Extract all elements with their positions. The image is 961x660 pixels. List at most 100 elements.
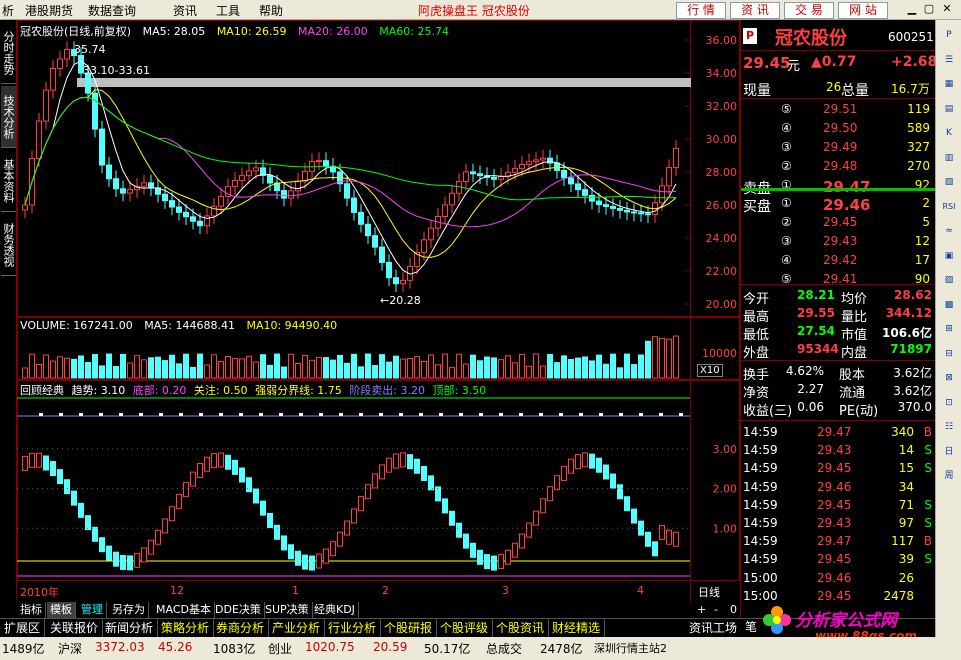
tab-intraday[interactable]: 分时走势 xyxy=(1,22,16,84)
toolbar-tool-icon[interactable]: ☰ xyxy=(939,51,959,69)
toolbar-tool-icon[interactable]: ☷ xyxy=(939,418,959,436)
toolbar-tool-icon[interactable]: K xyxy=(939,124,959,142)
tick-row[interactable]: 14:59 29.43 14 S xyxy=(741,443,936,460)
close-icon[interactable]: ✕ xyxy=(940,2,954,16)
info-workshop[interactable]: 资讯工场 xyxy=(685,619,741,637)
menu-hk-futures[interactable]: 港股期货 xyxy=(25,2,73,19)
bid-volume: 17 xyxy=(914,253,930,267)
maximize-icon[interactable]: ▢ xyxy=(922,2,936,16)
tab-financial[interactable]: 财务透视 xyxy=(1,214,16,276)
menu-news[interactable]: 资讯 xyxy=(173,2,197,19)
tab-manage[interactable]: 管理 xyxy=(78,602,107,618)
tab-research[interactable]: 个股研报 xyxy=(380,619,438,637)
toolbar-tool-icon[interactable]: ▥ xyxy=(939,149,959,167)
website-button[interactable]: 网 站 xyxy=(838,2,888,19)
toolbar-tool-icon[interactable]: ▦ xyxy=(939,75,959,93)
tick-row[interactable]: 14:59 29.47 117 B xyxy=(741,534,936,551)
toolbar-tool-icon[interactable]: 周 xyxy=(939,467,959,485)
stat-row[interactable]: 外盘 95344 内盘 71897 xyxy=(741,342,936,361)
tab-fundamentals[interactable]: 基本资料 xyxy=(1,150,16,212)
tab-dde[interactable]: DDE决策 xyxy=(212,602,265,618)
stat-row[interactable]: 最高 29.55 量比 344.12 xyxy=(741,306,936,325)
toolbar-tool-icon[interactable]: 日 xyxy=(939,443,959,461)
toolbar-tool-icon[interactable]: ⊠ xyxy=(939,369,959,387)
toolbar-tool-icon[interactable]: ▤ xyxy=(939,100,959,118)
toolbar-tool-icon[interactable]: ≈ xyxy=(939,222,959,240)
fund-row[interactable]: 净资 2.27 流通 3.62亿 xyxy=(741,382,936,401)
quotes-button[interactable]: 行 情 xyxy=(676,2,726,19)
stat-label: 最高 xyxy=(743,310,770,325)
trade-button[interactable]: 交 易 xyxy=(784,2,834,19)
tick-row[interactable]: 14:59 29.46 34 xyxy=(741,480,936,497)
ask-row[interactable]: ④ 29.50 589 xyxy=(741,121,936,138)
status-server[interactable]: 深圳行情主站2 xyxy=(594,640,667,656)
tick-price: 29.45 xyxy=(817,588,852,603)
bid-row[interactable]: ③ 29.43 12 xyxy=(741,234,936,251)
news-button[interactable]: 资 讯 xyxy=(730,2,780,19)
fund-value: 370.0 xyxy=(897,400,932,414)
tab-technical[interactable]: 技术分析 xyxy=(1,86,16,148)
menu-data-query[interactable]: 数据查询 xyxy=(88,2,136,19)
tick-row[interactable]: 14:59 29.45 15 S xyxy=(741,461,936,478)
tick-row[interactable]: 14:59 29.45 71 S xyxy=(741,498,936,515)
tab-broker[interactable]: 券商分析 xyxy=(212,619,270,637)
tab-related-quotes[interactable]: 关联报价 xyxy=(46,619,104,637)
zoom-in-button[interactable]: + xyxy=(694,602,709,618)
toolbar-tool-icon[interactable]: ▨ xyxy=(939,271,959,289)
ask-row[interactable]: ③ 29.49 327 xyxy=(741,140,936,157)
ask-row[interactable]: ⑤ 29.51 119 xyxy=(741,102,936,119)
tab-macd[interactable]: MACD基本 xyxy=(153,602,215,618)
tab-kdj[interactable]: 经典KDJ xyxy=(311,602,359,618)
chart-area[interactable]: 36.00 34.00 32.00 30.00 28.00 26.00 24.00 22.00… xyxy=(17,20,740,602)
tab-finance-picks[interactable]: 财经精选 xyxy=(548,619,606,637)
menu-tools[interactable]: 工具 xyxy=(216,2,240,19)
toolbar-tool-icon[interactable]: ▧ xyxy=(939,173,959,191)
stat-row[interactable]: 最低 27.54 市值 106.6亿 xyxy=(741,324,936,343)
tick-row[interactable]: 14:59 29.47 340 B xyxy=(741,425,936,442)
menu-analysis[interactable]: 析 xyxy=(2,2,14,19)
tab-sector[interactable]: 行业分析 xyxy=(324,619,382,637)
tick-row[interactable]: 14:59 29.45 39 S xyxy=(741,552,936,569)
tab-industry-chain[interactable]: 产业分析 xyxy=(268,619,326,637)
toolbar-tool-icon[interactable]: P xyxy=(939,26,959,44)
zoom-out-button[interactable]: - xyxy=(711,602,721,618)
stat-row[interactable]: 今开 28.21 均价 28.62 xyxy=(741,288,936,307)
volume-bar xyxy=(631,364,637,379)
fund-row[interactable]: 收益(三) 0.06 PE(动) 370.0 xyxy=(741,400,936,419)
bid-row[interactable]: ② 29.45 5 xyxy=(741,215,936,232)
tab-sup[interactable]: SUP决策 xyxy=(262,602,313,618)
ask-row[interactable]: ② 29.48 270 xyxy=(741,159,936,176)
tab-news-analysis[interactable]: 新闻分析 xyxy=(101,619,159,637)
tab-strategy[interactable]: 策略分析 xyxy=(157,619,215,637)
tab-save-as[interactable]: 另存为 xyxy=(109,602,149,618)
menu-help[interactable]: 帮助 xyxy=(259,2,283,19)
tick-row[interactable]: 14:59 29.43 97 S xyxy=(741,516,936,533)
fund-row[interactable]: 换手 4.62% 股本 3.62亿 xyxy=(741,364,936,383)
tab-template[interactable]: 模板 xyxy=(47,602,76,618)
period-label[interactable]: 日线 xyxy=(698,584,720,600)
fund-label: 换手 xyxy=(743,368,770,383)
tab-extension[interactable]: 扩展区 xyxy=(0,619,46,637)
bid-row[interactable]: 买盘 ① 29.46 2 xyxy=(741,196,936,215)
candle-body xyxy=(428,227,434,241)
bid-row[interactable]: ④ 29.42 17 xyxy=(741,253,936,270)
toolbar-tool-icon[interactable]: ⊟ xyxy=(939,345,959,363)
toolbar-tool-icon[interactable]: ▩ xyxy=(939,296,959,314)
toolbar-tool-icon[interactable]: ▣ xyxy=(939,247,959,265)
chart-canvas[interactable]: 36.0034.0032.0030.0028.0026.0024.0022.00… xyxy=(17,20,740,602)
tab-indicator[interactable]: 指标 xyxy=(17,602,46,618)
toolbar-tool-icon[interactable]: ⊡ xyxy=(939,394,959,412)
tab-rating[interactable]: 个股评级 xyxy=(436,619,494,637)
pin-icon[interactable]: P xyxy=(743,28,757,44)
candle-body xyxy=(204,215,210,227)
toolbar-tool-icon[interactable]: RSI xyxy=(939,198,959,216)
ask-row[interactable]: 卖盘 ① 29.47 92 xyxy=(741,178,936,197)
toolbar-tool-icon[interactable]: ⊞ xyxy=(939,320,959,338)
indicator-name[interactable]: 回顾经典 xyxy=(20,384,64,397)
tab-stock-news[interactable]: 个股资讯 xyxy=(492,619,550,637)
minimize-icon[interactable]: ▁ xyxy=(905,2,919,16)
tick-row[interactable]: 15:00 29.46 26 xyxy=(741,571,936,588)
bid-row[interactable]: ⑤ 29.41 90 xyxy=(741,272,936,289)
reset-button[interactable]: 0 xyxy=(727,602,740,618)
flower-logo-icon xyxy=(763,606,791,634)
